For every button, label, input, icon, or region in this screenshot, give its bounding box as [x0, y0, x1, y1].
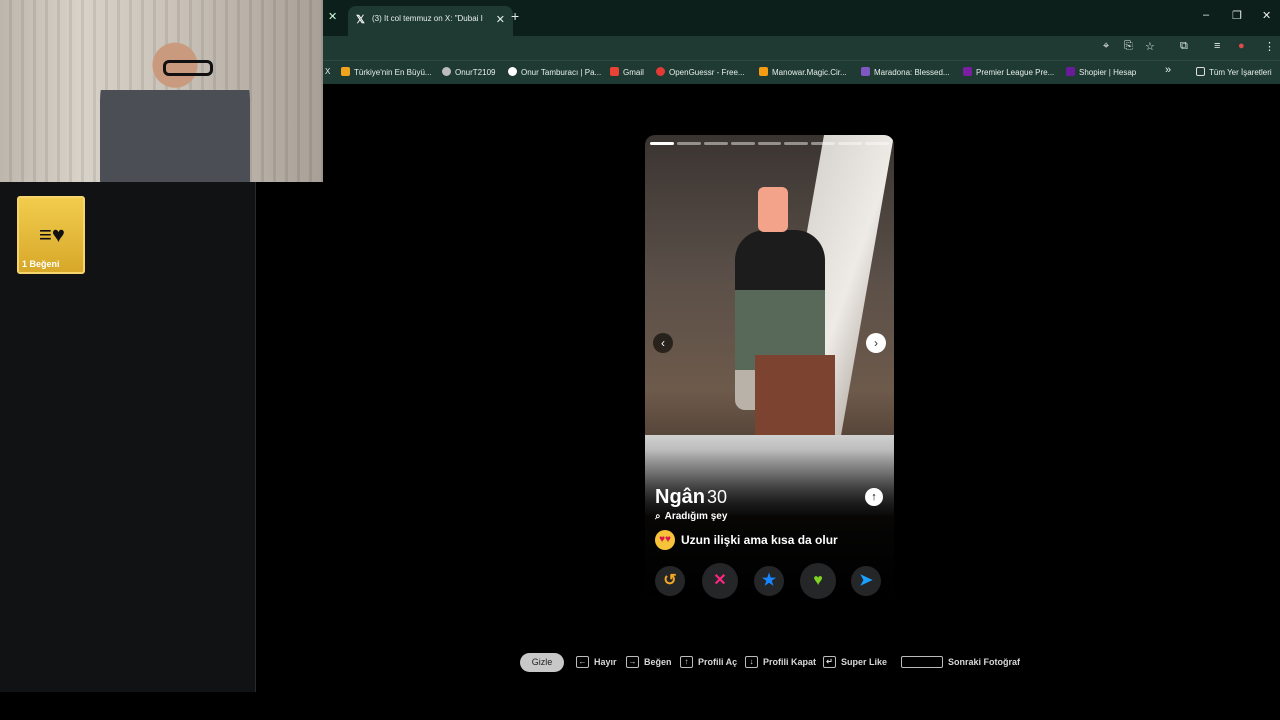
search-icon: ⌕	[655, 511, 661, 522]
tab-title: (3) It col temmuz on X: "Dubai I	[372, 14, 483, 23]
likes-card-label: 1 Beğeni	[22, 259, 60, 269]
heart-eyes-emoji-icon: ♥♥	[655, 530, 675, 550]
streamer	[100, 30, 250, 182]
previous-photo-button[interactable]: ‹	[653, 333, 673, 353]
bookmark-item[interactable]: Shopier | Hesap	[1066, 67, 1136, 77]
bookmark-item[interactable]: Manowar.Magic.Cir...	[759, 67, 847, 77]
profile-avatar-icon[interactable]: ●	[1238, 40, 1245, 52]
down-arrow-key-icon: ↓	[745, 656, 758, 668]
photo-progress-segment	[650, 142, 674, 145]
bookmark-favicon-icon	[442, 67, 451, 76]
more-bookmarks-icon[interactable]: »	[1165, 64, 1171, 76]
super-like-button[interactable]: ★	[754, 566, 784, 596]
bookmark-item[interactable]: Onur Tamburacı | Pa...	[508, 67, 601, 77]
streamer-glasses	[163, 60, 213, 76]
restore-button[interactable]: ❐	[1232, 9, 1242, 22]
all-bookmarks[interactable]: Tüm Yer İşaretleri	[1196, 67, 1272, 77]
bookmark-item[interactable]: Maradona: Blessed...	[861, 67, 950, 77]
photo-progress-segment	[703, 142, 728, 145]
profile-name-text: Ngân	[655, 486, 705, 508]
keyboard-hints: Gizle ← Hayır → Beğen ↑ Profili Aç ↓ Profili…	[520, 653, 1080, 673]
extensions-icon[interactable]: ⧉	[1180, 40, 1188, 53]
up-arrow-key-icon: ↑	[680, 656, 693, 668]
left-arrow-key-icon: ←	[576, 656, 589, 668]
open-profile-button[interactable]: ↑	[865, 488, 883, 506]
bookmark-item[interactable]: Premier League Pre...	[963, 67, 1054, 77]
tab-close-icon[interactable]: ✕	[496, 13, 505, 26]
likes-heart-icon: ≡♥	[39, 222, 65, 247]
browser-toolbar: ⌖ ⎘ ☆ ⧉ ≡ ● ⋮	[323, 36, 1280, 60]
photo-progress-segment	[838, 142, 863, 145]
hint-open-profile: ↑ Profili Aç	[680, 656, 737, 668]
hint-close-profile: ↓ Profili Kapat	[745, 656, 816, 668]
minimize-button[interactable]: –	[1203, 9, 1209, 21]
likes-card[interactable]: ≡♥ 1 Beğeni	[17, 196, 85, 274]
next-photo-button[interactable]: ›	[866, 333, 886, 353]
bookmark-favicon-icon	[861, 67, 870, 76]
profile-name: Ngân 30	[655, 486, 727, 509]
hint-no: ← Hayır	[576, 656, 617, 668]
bookmark-favicon-icon	[759, 67, 768, 76]
photo-progress-segment	[811, 142, 836, 145]
looking-for-value: ♥♥ Uzun ilişki ama kısa da olur	[655, 530, 838, 550]
photo-progress	[650, 142, 890, 145]
bookmark-item[interactable]: OnurT2109	[442, 67, 495, 77]
left-sidebar: ≡♥ 1 Beğeni	[0, 182, 256, 692]
media-icon[interactable]: ≡	[1214, 40, 1220, 52]
photo-progress-segment	[730, 142, 755, 145]
photo-progress-segment	[676, 142, 701, 145]
like-button[interactable]: ♥	[800, 563, 836, 599]
folder-icon	[1196, 67, 1205, 76]
photo-progress-segment	[757, 142, 782, 145]
photo-phone	[758, 187, 788, 232]
install-icon[interactable]: ⎘	[1124, 40, 1133, 53]
bookmark-favicon-icon	[963, 67, 972, 76]
bookmarks-bar: X Türkiye'nin En Büyü... OnurT2109 Onur …	[323, 60, 1280, 84]
hint-super-like: ↵ Super Like	[823, 656, 887, 668]
hide-hints-button[interactable]: Gizle	[520, 653, 564, 672]
window-close-button[interactable]: ✕	[1262, 9, 1271, 22]
bookmark-favicon-icon	[656, 67, 665, 76]
bookmark-x-icon[interactable]: X	[325, 67, 330, 76]
hint-like: → Beğen	[626, 656, 672, 668]
bookmark-item[interactable]: OpenGuessr - Free...	[656, 67, 745, 77]
action-bar: ↺ ✕ ★ ♥ ➤	[655, 563, 885, 599]
screen: ≡♥ 1 Beğeni ✕ 𝕏 (3) It col temmuz on X: …	[0, 0, 1280, 720]
bookmark-favicon-icon	[1066, 67, 1075, 76]
nope-button[interactable]: ✕	[702, 563, 738, 599]
photo-progress-segment	[865, 142, 890, 145]
profile-age: 30	[707, 487, 728, 507]
browser-tabbar: ✕ 𝕏 (3) It col temmuz on X: "Dubai I ✕ +…	[323, 0, 1280, 36]
looking-for-label: ⌕ Aradığım şey	[655, 511, 728, 522]
photo-progress-segment	[784, 142, 809, 145]
bookmark-favicon-icon	[508, 67, 517, 76]
close-icon[interactable]: ✕	[328, 10, 337, 23]
webcam-overlay	[0, 0, 323, 182]
x-logo-icon: 𝕏	[356, 14, 365, 26]
bookmark-item[interactable]: Türkiye'nin En Büyü...	[341, 67, 432, 77]
boost-button[interactable]: ➤	[851, 566, 881, 596]
location-icon[interactable]: ⌖	[1103, 40, 1109, 53]
bookmark-item[interactable]: Gmail	[610, 67, 644, 77]
rewind-button[interactable]: ↺	[655, 566, 685, 596]
bookmark-favicon-icon	[341, 67, 350, 76]
right-arrow-key-icon: →	[626, 656, 639, 668]
address-bar[interactable]	[323, 38, 1123, 58]
profile-card[interactable]: ‹ › Ngân 30 ↑ ⌕ Aradığım şey ♥♥ Uzun ilişk…	[645, 135, 894, 600]
star-icon[interactable]: ☆	[1145, 40, 1155, 53]
browser-tab[interactable]: 𝕏 (3) It col temmuz on X: "Dubai I ✕	[348, 6, 513, 36]
gmail-icon	[610, 67, 619, 76]
hint-next-photo: Sonraki Fotoğraf	[901, 656, 1020, 668]
new-tab-button[interactable]: +	[511, 8, 519, 24]
looking-for-text: Uzun ilişki ama kısa da olur	[681, 533, 838, 547]
menu-icon[interactable]: ⋮	[1264, 40, 1275, 53]
enter-key-icon: ↵	[823, 656, 836, 668]
space-key-icon	[901, 656, 943, 668]
